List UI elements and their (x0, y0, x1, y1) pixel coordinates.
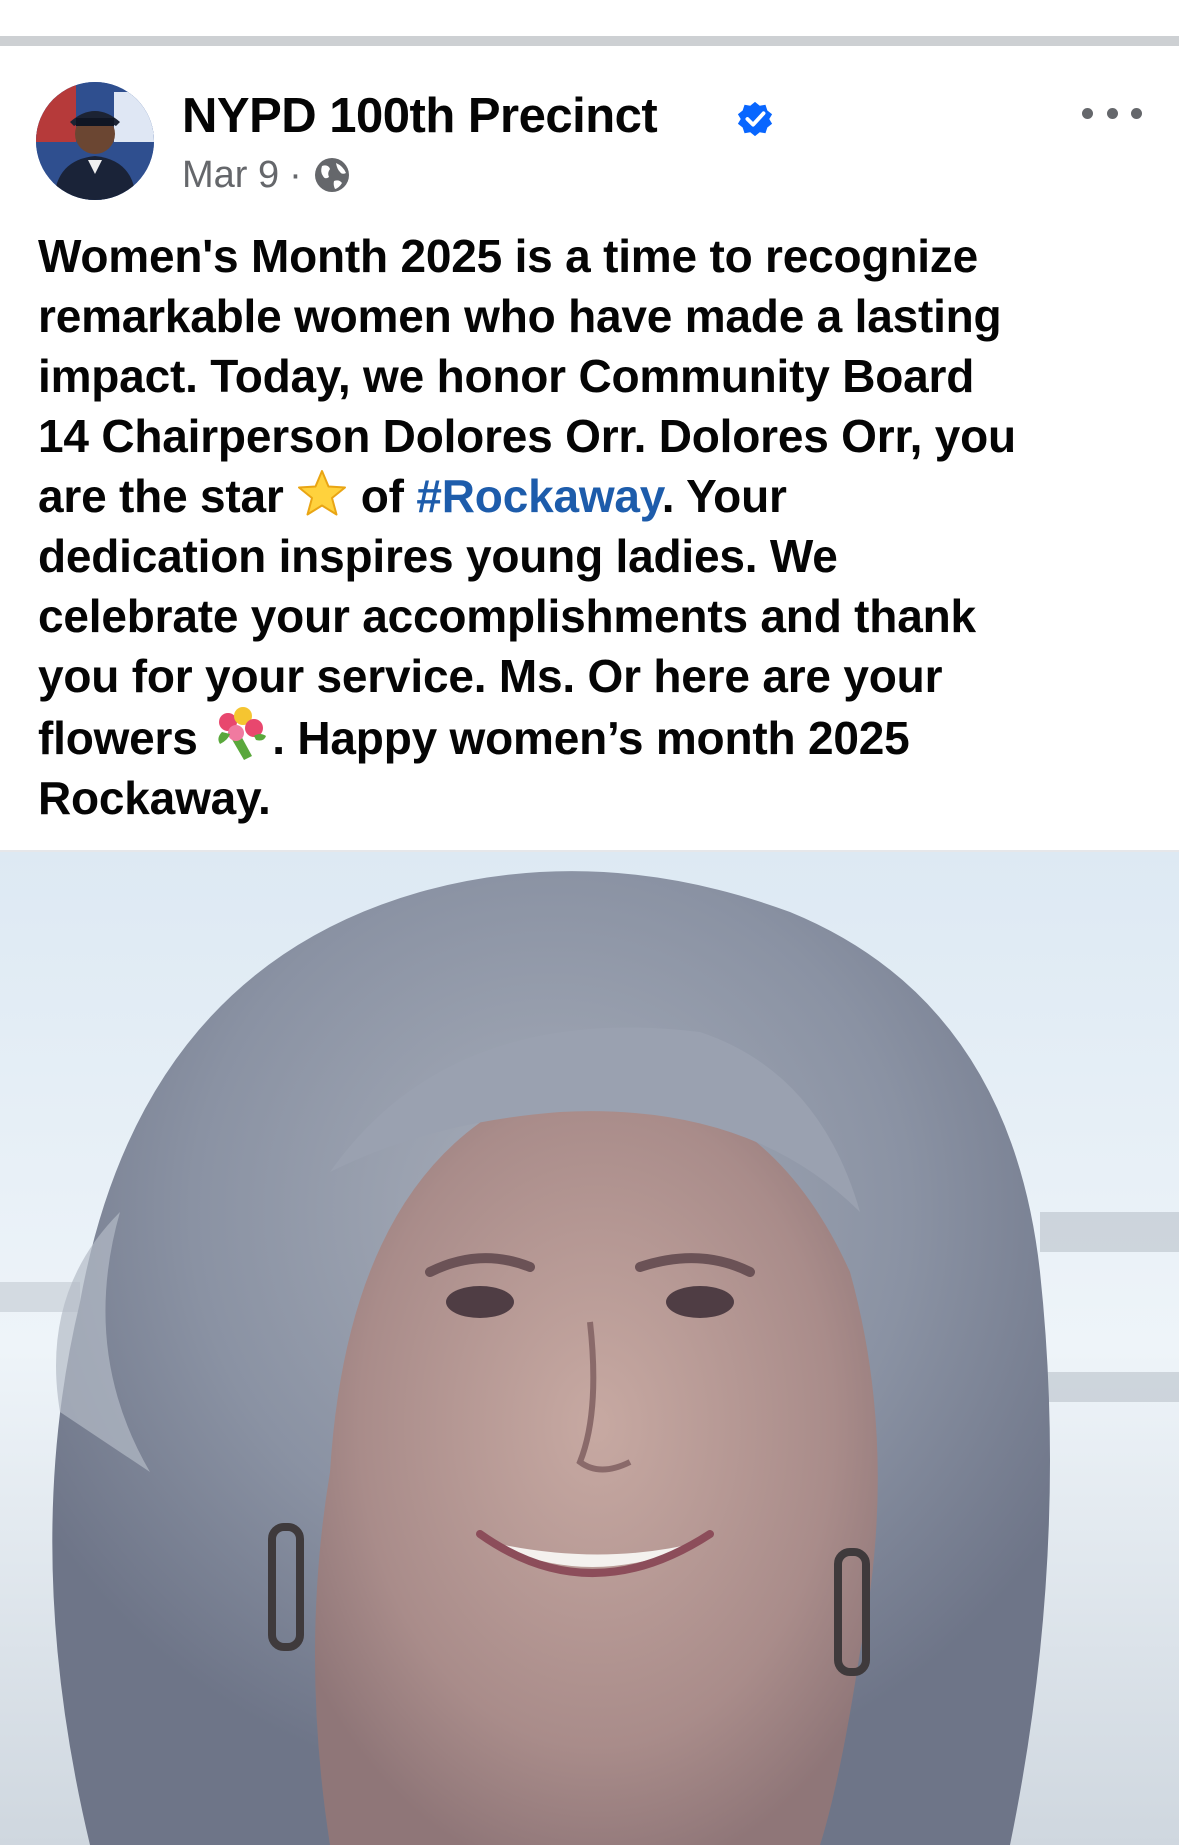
post-text-fragment: . Your (661, 470, 787, 522)
photo-image (0, 852, 1179, 1845)
avatar-image (36, 82, 154, 200)
post-text-line: Women's Month 2025 is a time to recogniz… (38, 230, 978, 282)
star-emoji-icon (298, 470, 347, 516)
verified-badge-icon (737, 101, 773, 137)
page-name[interactable]: NYPD 100th Precinct (182, 86, 658, 146)
post-header: NYPD 100th Precinct Mar 9 · (0, 46, 1179, 226)
post-text-fragment: of (348, 470, 417, 522)
more-options-icon (1082, 107, 1093, 119)
post-text-line: 14 Chairperson Dolores Orr. Dolores Orr,… (38, 410, 1016, 462)
post-text-line: impact. Today, we honor Community Board (38, 350, 975, 402)
page-avatar[interactable] (36, 82, 154, 200)
post-text-line: remarkable women who have made a lasting (38, 290, 1002, 342)
post-text-line: you for your service. Ms. Or here are yo… (38, 650, 943, 702)
more-options-button[interactable] (1082, 96, 1142, 130)
post-meta: Mar 9 · (182, 150, 352, 200)
meta-separator: · (289, 154, 302, 196)
post-text-line: celebrate your accomplishments and thank (38, 590, 976, 642)
post-text-fragment: . Happy women’s month 2025 (272, 712, 910, 764)
post-photo[interactable] (0, 852, 1179, 1845)
bouquet-emoji-icon (218, 707, 267, 760)
post-text-line: are the star (38, 470, 297, 522)
feed-divider (0, 36, 1179, 46)
globe-icon[interactable] (312, 155, 352, 195)
post-text-line: flowers (38, 712, 211, 764)
post-text-line: Rockaway. (38, 772, 271, 824)
hashtag-link[interactable]: #Rockaway (416, 470, 662, 522)
post-date[interactable]: Mar 9 (182, 150, 279, 200)
post-text-line: dedication inspires young ladies. We (38, 530, 838, 582)
post-text: Women's Month 2025 is a time to recogniz… (38, 226, 1148, 828)
